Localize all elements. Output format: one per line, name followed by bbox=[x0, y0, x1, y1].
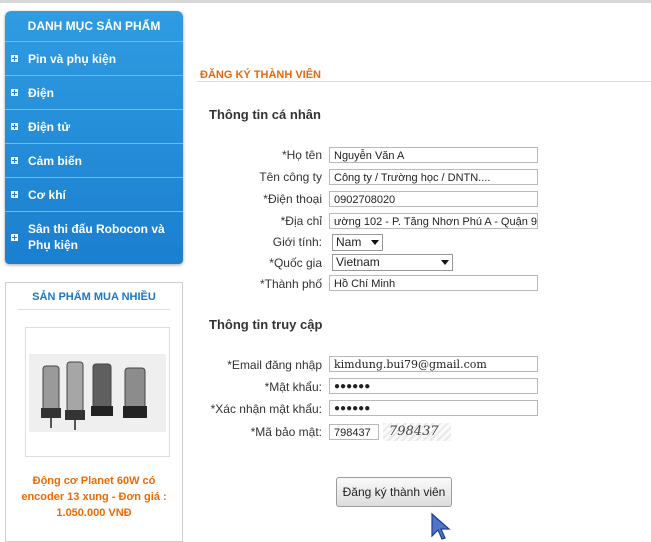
sidebar-item-batteries[interactable]: Pin và phụ kiện bbox=[5, 42, 183, 76]
register-button[interactable]: Đăng ký thành viên bbox=[336, 477, 452, 507]
best-sellers-title: SẢN PHẨM MUA NHIỀU bbox=[32, 291, 156, 303]
expand-plus-icon bbox=[11, 233, 18, 241]
sidebar-item-robocon[interactable]: Sân thi đấu Robocon và Phụ kiện bbox=[5, 212, 183, 262]
sidebar-item-mechanical[interactable]: Cơ khí bbox=[5, 178, 183, 212]
expand-plus-icon bbox=[11, 89, 18, 96]
gender-select-value: Nam bbox=[336, 235, 362, 249]
product-image[interactable] bbox=[29, 354, 166, 432]
divider bbox=[197, 81, 651, 82]
sidebar-item-label: Điện tử bbox=[28, 119, 71, 134]
gender-label: Giới tính: bbox=[272, 235, 322, 249]
chevron-down-icon bbox=[371, 240, 379, 245]
email-field[interactable]: kimdung.bui79@gmail.com bbox=[329, 356, 538, 372]
divider bbox=[18, 309, 170, 310]
sidebar-item-label: Sân thi đấu Robocon và Phụ kiện bbox=[28, 222, 165, 252]
sidebar-item-sensors[interactable]: Cảm biến bbox=[5, 144, 183, 178]
top-border bbox=[0, 0, 651, 3]
confirm-password-label: *Xác nhận mật khẩu: bbox=[210, 402, 322, 416]
chevron-down-icon bbox=[441, 260, 449, 265]
address-label: *Địa chỉ bbox=[280, 214, 322, 228]
email-label: *Email đăng nhập bbox=[227, 358, 322, 372]
best-sellers-box: SẢN PHẨM MUA NHIỀU Động cơ Planet 60W có bbox=[5, 282, 183, 542]
password-label: *Mật khẩu: bbox=[264, 380, 322, 394]
captcha-image: 798437 bbox=[383, 423, 451, 441]
country-label: *Quốc gia bbox=[269, 256, 322, 270]
form-title: ĐĂNG KÝ THÀNH VIÊN bbox=[200, 69, 322, 81]
fullname-field[interactable]: Nguyễn Văn A bbox=[329, 147, 538, 163]
address-field[interactable]: ường 102 - P. Tăng Nhơn Phú A - Quận 9 bbox=[329, 213, 538, 229]
product-image-frame[interactable] bbox=[25, 327, 170, 457]
category-menu-title: DANH MỤC SẢN PHẨM bbox=[5, 11, 183, 42]
sidebar-item-label: Cơ khí bbox=[28, 187, 66, 202]
mouse-pointer-icon bbox=[431, 512, 451, 540]
personal-info-heading: Thông tin cá nhân bbox=[209, 107, 321, 122]
expand-plus-icon bbox=[11, 55, 18, 62]
phone-label: *Điện thoại bbox=[263, 192, 322, 206]
company-field[interactable]: Công ty / Trường học / DNTN.... bbox=[329, 169, 538, 185]
phone-field[interactable]: 0902708020 bbox=[329, 191, 538, 207]
captcha-label: *Mã bảo mật: bbox=[250, 425, 322, 439]
captcha-field[interactable]: 798437 bbox=[329, 424, 379, 440]
sidebar-item-label: Cảm biến bbox=[28, 153, 83, 168]
gender-select[interactable]: Nam bbox=[332, 234, 383, 251]
gear-motor-image bbox=[29, 354, 166, 432]
expand-plus-icon bbox=[11, 157, 18, 164]
sidebar-item-label: Điện bbox=[28, 85, 55, 100]
product-name-link[interactable]: Động cơ Planet 60W có encoder 13 xung - … bbox=[12, 473, 176, 521]
country-select[interactable]: Vietnam bbox=[332, 254, 453, 271]
sidebar-item-label: Pin và phụ kiện bbox=[28, 51, 117, 66]
confirm-password-field[interactable]: ●●●●●● bbox=[329, 400, 538, 416]
category-menu: DANH MỤC SẢN PHẨM Pin và phụ kiện Điện Đ… bbox=[5, 11, 183, 264]
sidebar-item-electric[interactable]: Điện bbox=[5, 76, 183, 110]
access-info-heading: Thông tin truy cập bbox=[209, 317, 323, 332]
password-field[interactable]: ●●●●●● bbox=[329, 378, 538, 394]
expand-plus-icon bbox=[11, 191, 18, 198]
expand-plus-icon bbox=[11, 123, 18, 130]
city-field[interactable]: Hồ Chí Minh bbox=[329, 275, 538, 291]
fullname-label: *Họ tên bbox=[281, 148, 322, 162]
sidebar-item-electronics[interactable]: Điện tử bbox=[5, 110, 183, 144]
country-select-value: Vietnam bbox=[336, 255, 380, 269]
company-label: Tên công ty bbox=[259, 170, 322, 184]
city-label: *Thành phố bbox=[259, 277, 322, 291]
